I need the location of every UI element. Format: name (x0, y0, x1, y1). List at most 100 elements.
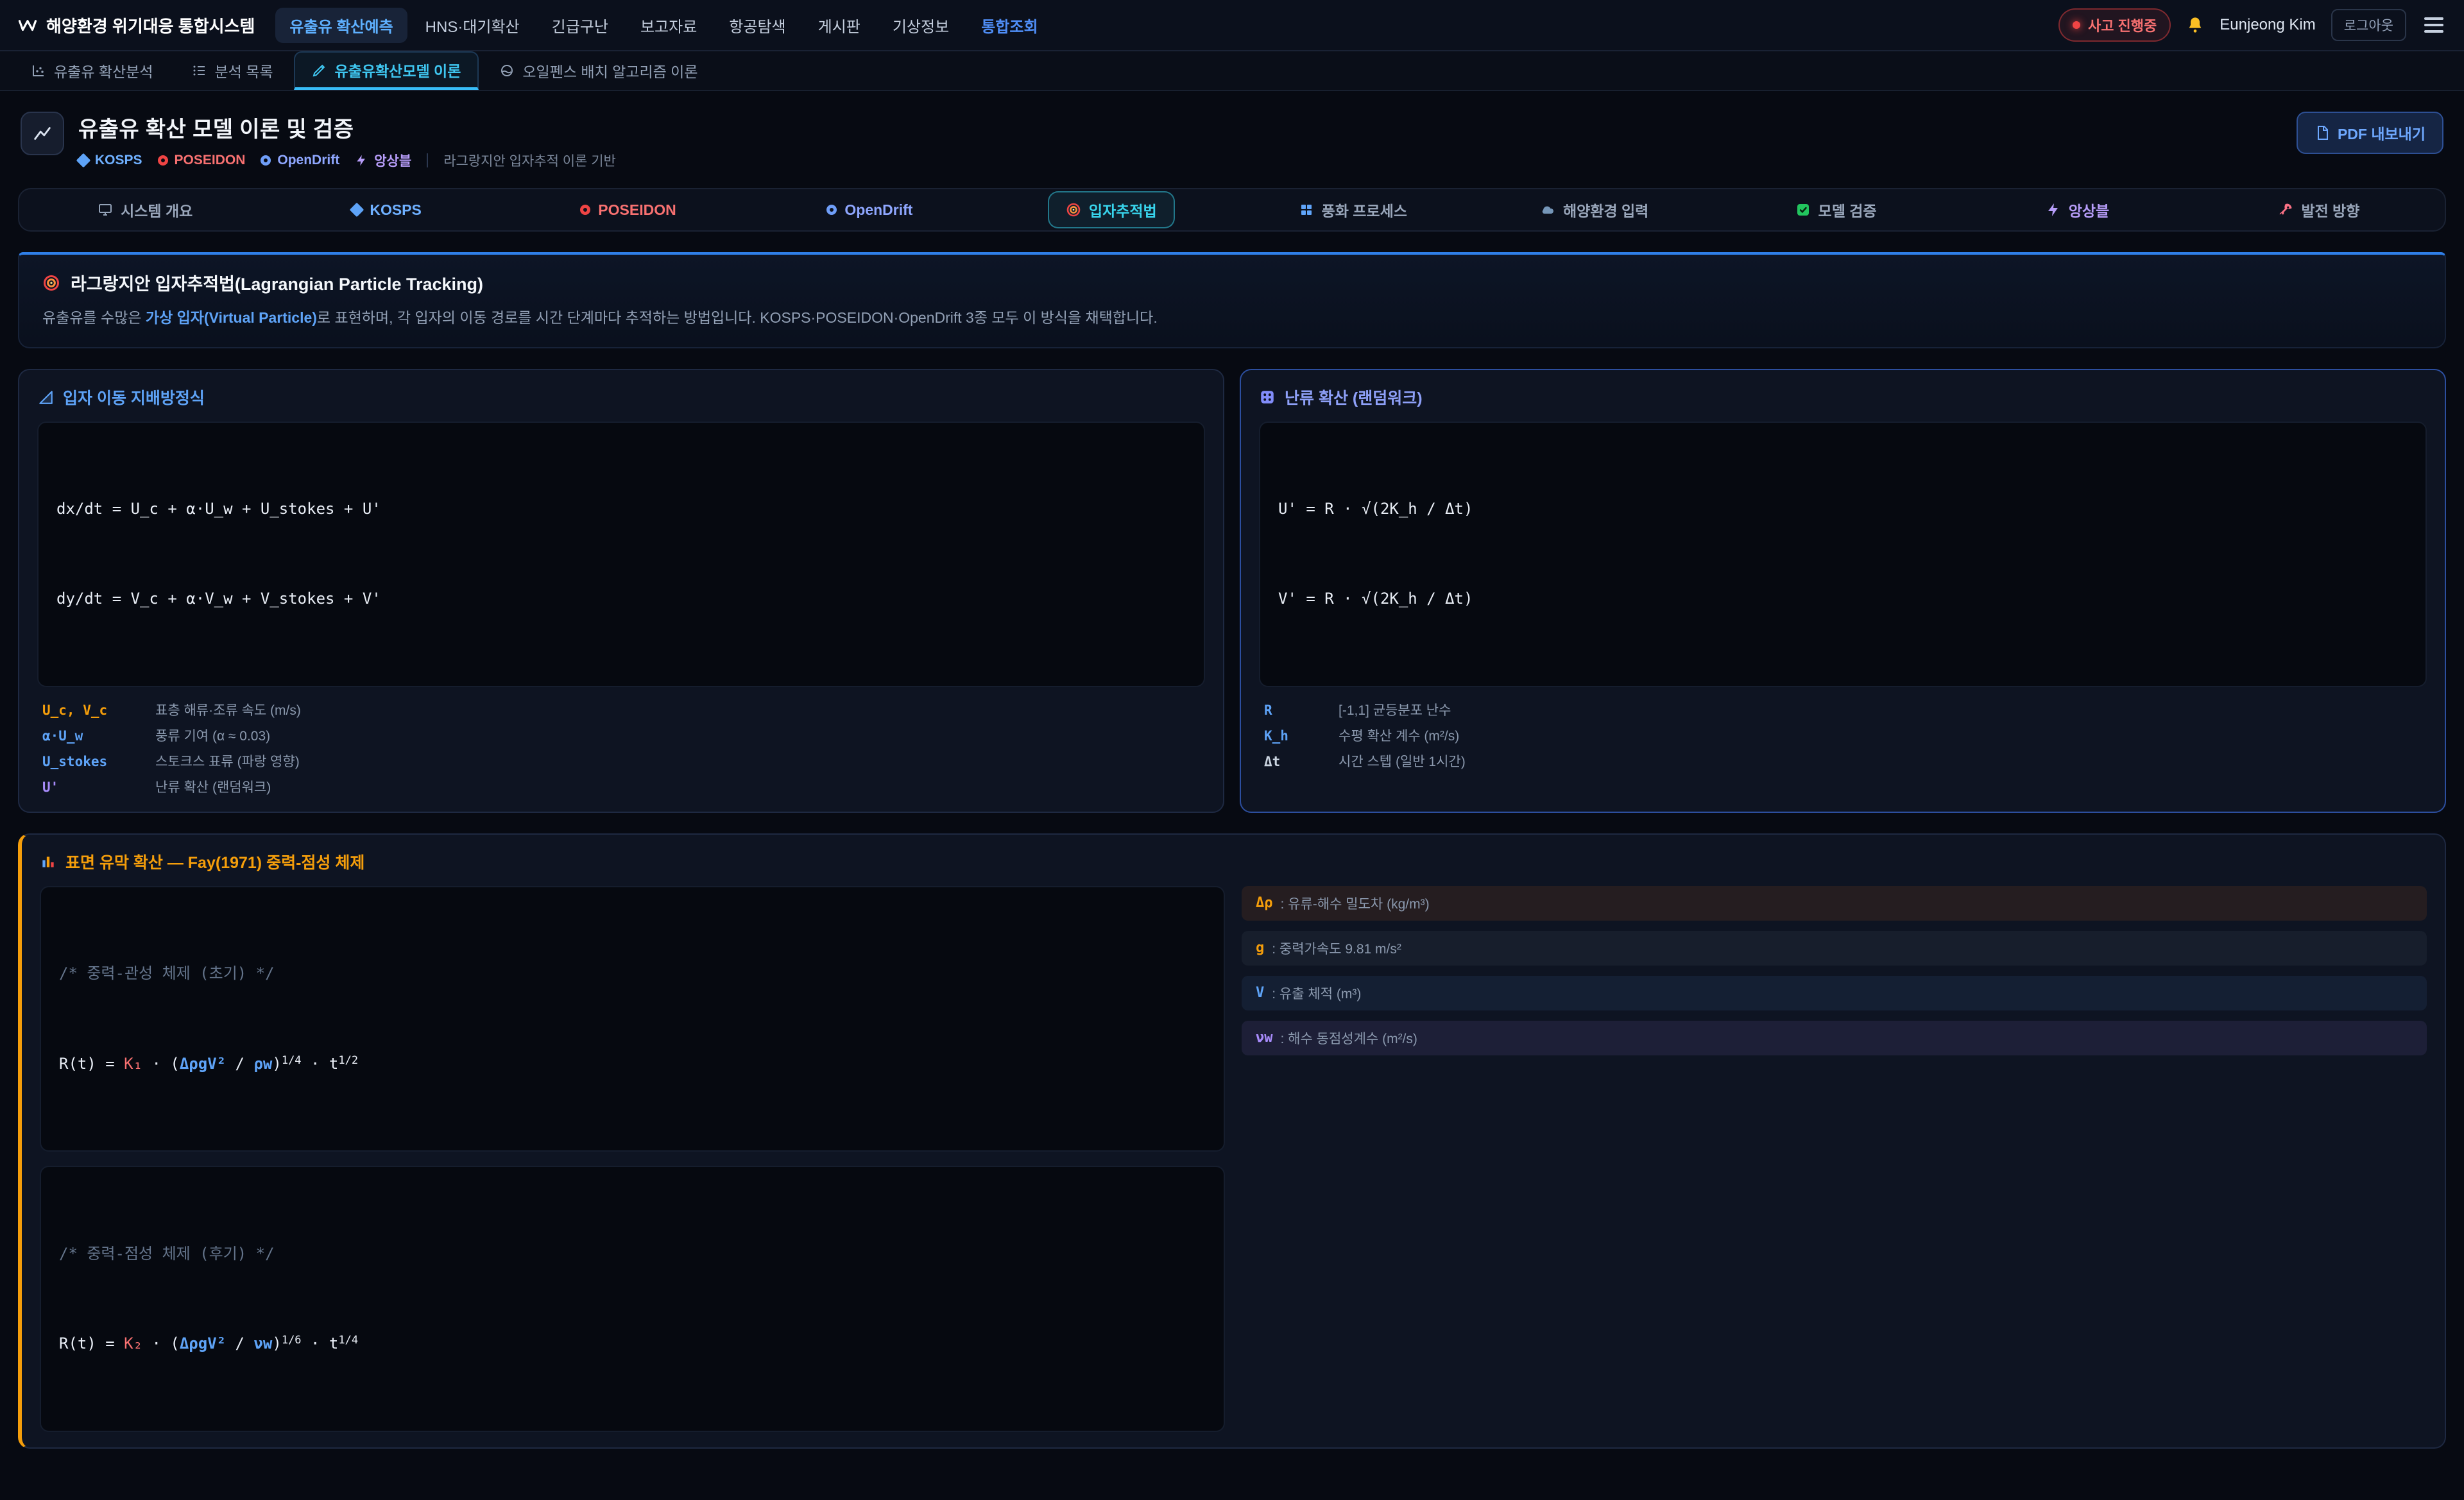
tab-oil-boom-algorithm-theory[interactable]: 오일펜스 배치 알고리즘 이론 (481, 51, 715, 90)
tab-analysis-list[interactable]: 분석 목록 (174, 51, 291, 90)
opendrift-ring-icon (826, 205, 837, 215)
section-tab-future-direction[interactable]: 발전 방향 (2198, 189, 2440, 230)
section-tab-model-validation[interactable]: 모델 검증 (1715, 189, 1956, 230)
code-comment: /* 중력-관성 체제 (초기) */ (59, 959, 1206, 989)
bar-chart-icon (40, 853, 56, 870)
app-title: 해양환경 위기대응 통합시스템 (46, 13, 255, 37)
fay-card-title: 표면 유막 확산 — Fay(1971) 중력-점성 체제 (40, 850, 2427, 873)
param-token: νw (1256, 1030, 1273, 1046)
section-tab-system-overview[interactable]: 시스템 개요 (24, 189, 266, 230)
logout-button[interactable]: 로그아웃 (2331, 9, 2406, 41)
incident-dot-icon (2073, 21, 2080, 29)
nav-item-emergency-rescue[interactable]: 긴급구난 (538, 8, 622, 43)
section-tabs: 시스템 개요 KOSPS POSEIDON OpenDrift (18, 188, 2446, 232)
governing-card-title: 입자 이동 지배방정식 (37, 386, 1205, 409)
pdf-export-button[interactable]: PDF 내보내기 (2297, 112, 2443, 154)
kosps-diamond-icon (76, 153, 91, 168)
nav-item-aerial-search[interactable]: 항공탐색 (715, 8, 800, 43)
param-desc: : 유류-해수 밀도차 (kg/m³) (1281, 894, 1430, 913)
nav-item-integrated-search[interactable]: 통합조회 (967, 8, 1052, 43)
param-row: νw : 해수 동점성계수 (m²/s) (1242, 1021, 2427, 1055)
param-desc: : 중력가속도 9.81 m/s² (1272, 939, 1401, 958)
ensemble-badge: 앙상블 (355, 151, 411, 170)
kosps-badge: KOSPS (78, 153, 142, 168)
legend-desc: 풍류 기여 (α ≈ 0.03) (155, 726, 1200, 745)
legend-desc: 난류 확산 (랜덤워크) (155, 777, 1200, 796)
section-tab-ensemble[interactable]: 앙상블 (1956, 189, 2198, 230)
target-icon (42, 274, 60, 292)
turbulence-card-title: 난류 확산 (랜덤워크) (1259, 386, 2427, 409)
governing-equation-card: 입자 이동 지배방정식 dx/dt = U_c + α·U_w + U_stok… (18, 369, 1224, 813)
fay-gravity-inertia-code: /* 중력-관성 체제 (초기) */ R(t) = K₁ · (ΔρgV² /… (40, 886, 1225, 1152)
section-tab-opendrift[interactable]: OpenDrift (749, 189, 990, 230)
legend-token: R (1264, 703, 1339, 718)
banner-description: 유출유를 수많은 가상 입자(Virtual Particle)로 표현하며, … (42, 307, 2422, 329)
section-tab-particle-tracking[interactable]: 입자추적법 (991, 189, 1232, 230)
opendrift-ring-icon (261, 155, 271, 166)
set-square-icon (37, 389, 54, 405)
section-tab-poseidon[interactable]: POSEIDON (508, 189, 749, 230)
incident-status-badge[interactable]: 사고 진행중 (2058, 8, 2171, 42)
governing-legend: U_c, V_c 표층 해류·조류 속도 (m/s) α·U_w 풍류 기여 (… (37, 700, 1205, 796)
green-check-icon (1795, 202, 1811, 217)
poseidon-ring-icon (158, 155, 168, 166)
fay-formula-2: R(t) = K₂ · (ΔρgV² / νw)1/6 · t1/4 (59, 1329, 1206, 1359)
param-token: V (1256, 985, 1264, 1001)
badge-row: KOSPS POSEIDON OpenDrift 앙상블 (78, 151, 616, 170)
page-header: 유출유 확산 모델 이론 및 검증 KOSPS POSEIDON OpenDri… (21, 112, 2443, 170)
nav-item-board[interactable]: 게시판 (804, 8, 875, 43)
param-token: g (1256, 940, 1264, 956)
section-tab-weathering-process[interactable]: 풍화 프로세스 (1232, 189, 1473, 230)
pen-icon (312, 62, 327, 78)
nav-item-weather[interactable]: 기상정보 (878, 8, 963, 43)
nav-item-oil-spill-prediction[interactable]: 유출유 확산예측 (275, 8, 407, 43)
fay-params: Δρ : 유류-해수 밀도차 (kg/m³) g : 중력가속도 9.81 m/… (1242, 886, 2427, 1432)
legend-token: K_h (1264, 728, 1339, 744)
legend-token: U' (42, 780, 155, 795)
kosps-diamond-icon (350, 203, 364, 217)
section-tab-kosps[interactable]: KOSPS (266, 189, 507, 230)
oil-boom-icon (499, 63, 515, 78)
top-nav: 해양환경 위기대응 통합시스템 유출유 확산예측 HNS·대기확산 긴급구난 보… (0, 0, 2464, 51)
random-walk-code: U' = R · √(2K_h / Δt) V' = R · √(2K_h / … (1259, 422, 2427, 687)
legend-token: Δt (1264, 754, 1339, 769)
opendrift-badge: OpenDrift (261, 153, 339, 168)
param-row: V : 유출 체적 (m³) (1242, 976, 2427, 1010)
logo-icon (18, 15, 37, 35)
cloud-icon (1540, 202, 1555, 217)
lightning-bolt-icon (2046, 202, 2061, 217)
fay-formula-1: R(t) = K₁ · (ΔρgV² / ρw)1/4 · t1/2 (59, 1049, 1206, 1079)
equation-cards-row: 입자 이동 지배방정식 dx/dt = U_c + α·U_w + U_stok… (18, 369, 2446, 813)
param-desc: : 유출 체적 (m³) (1272, 984, 1361, 1003)
code-comment: /* 중력-점성 체제 (후기) */ (59, 1239, 1206, 1269)
app-logo[interactable]: 해양환경 위기대응 통합시스템 (18, 13, 255, 37)
lightning-bolt-icon (355, 154, 368, 167)
fay-gravity-viscous-code: /* 중력-점성 체제 (후기) */ R(t) = K₂ · (ΔρgV² /… (40, 1166, 1225, 1431)
section-tab-marine-environment-input[interactable]: 해양환경 입력 (1473, 189, 1715, 230)
governing-equation-code: dx/dt = U_c + α·U_w + U_stokes + U' dy/d… (37, 422, 1205, 687)
target-icon (1066, 202, 1081, 217)
notification-bell-icon[interactable] (2186, 16, 2204, 34)
legend-desc: 표층 해류·조류 속도 (m/s) (155, 700, 1200, 719)
nav-item-reports[interactable]: 보고자료 (626, 8, 711, 43)
top-nav-right: 사고 진행중 Eunjeong Kim 로그아웃 (2058, 8, 2446, 42)
tab-diffusion-model-theory[interactable]: 유출유확산모델 이론 (294, 51, 479, 90)
tab-bar: 유출유 확산분석 분석 목록 유출유확산모델 이론 오일펜스 배치 알고리즘 이… (0, 51, 2464, 91)
param-token: Δρ (1256, 895, 1273, 911)
scatter-chart-icon (31, 63, 46, 78)
legend-token: U_c, V_c (42, 703, 155, 718)
user-name[interactable]: Eunjeong Kim (2220, 16, 2315, 34)
nav-item-hns-atmospheric[interactable]: HNS·대기확산 (411, 8, 534, 43)
grid-icon (1299, 202, 1314, 217)
dice-icon (1259, 389, 1276, 405)
document-icon (2314, 125, 2330, 141)
poseidon-badge: POSEIDON (158, 153, 246, 168)
tab-spill-analysis[interactable]: 유출유 확산분석 (13, 51, 171, 90)
main-nav: 유출유 확산예측 HNS·대기확산 긴급구난 보고자료 항공탐색 게시판 기상정… (275, 8, 2038, 43)
poseidon-ring-icon (580, 205, 590, 215)
fay-grid: /* 중력-관성 체제 (초기) */ R(t) = K₁ · (ΔρgV² /… (40, 886, 2427, 1432)
menu-icon[interactable] (2422, 12, 2446, 38)
lagrangian-banner: 라그랑지안 입자추적법(Lagrangian Particle Tracking… (18, 252, 2446, 348)
turbulent-diffusion-card: 난류 확산 (랜덤워크) U' = R · √(2K_h / Δt) V' = … (1240, 369, 2446, 813)
turbulence-legend: R [-1,1] 균등분포 난수 K_h 수평 확산 계수 (m²/s) Δt … (1259, 700, 2427, 771)
